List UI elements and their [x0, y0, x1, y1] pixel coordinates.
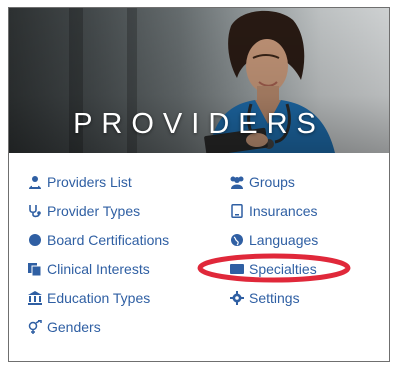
menu-item-specialties[interactable]: Specialties: [229, 261, 317, 277]
specialties-icon: [230, 264, 244, 274]
menu-item-providers-list[interactable]: Providers List: [27, 174, 132, 190]
banner-title: PROVIDERS: [73, 108, 325, 140]
menu-item-languages[interactable]: Languages: [229, 232, 318, 248]
menu-item-label: Specialties: [249, 261, 317, 277]
stethoscope-icon: [29, 205, 41, 218]
menu-item-clinical-interests[interactable]: Clinical Interests: [27, 261, 150, 277]
menu-item-label: Providers List: [47, 174, 132, 190]
providers-banner: PROVIDERS: [9, 8, 389, 153]
menu-item-education-types[interactable]: Education Types: [27, 290, 150, 306]
providers-menu: Providers List Provider Types Board Cert…: [9, 153, 389, 361]
menu-item-label: Genders: [47, 319, 101, 335]
menu-item-label: Board Certifications: [47, 232, 170, 248]
menu-item-label: Settings: [249, 290, 300, 306]
menu-item-settings[interactable]: Settings: [229, 290, 300, 306]
menu-item-label: Groups: [249, 174, 295, 190]
globe-icon: [231, 234, 243, 246]
providers-list-icon: [29, 176, 41, 189]
certificate-icon: [29, 234, 41, 246]
providers-card: PROVIDERS Providers List Provider Types …: [8, 7, 390, 362]
menu-item-label: Education Types: [47, 290, 151, 306]
university-icon: [28, 291, 42, 305]
menu-item-label: Languages: [249, 232, 319, 248]
menu-item-groups[interactable]: Groups: [229, 174, 295, 190]
gear-icon: [230, 291, 244, 305]
menu-item-board-certifications[interactable]: Board Certifications: [27, 232, 169, 248]
clinical-interests-icon: [28, 263, 42, 276]
menu-item-label: Provider Types: [47, 203, 141, 219]
genders-icon: [28, 320, 42, 334]
menu-item-label: Insurances: [249, 203, 318, 219]
menu-item-insurances[interactable]: Insurances: [229, 203, 317, 219]
users-icon: [230, 176, 244, 189]
menu-item-provider-types[interactable]: Provider Types: [27, 203, 140, 219]
menu-item-genders[interactable]: Genders: [27, 319, 101, 335]
menu-item-label: Clinical Interests: [47, 261, 150, 277]
insurance-card-icon: [231, 204, 243, 218]
